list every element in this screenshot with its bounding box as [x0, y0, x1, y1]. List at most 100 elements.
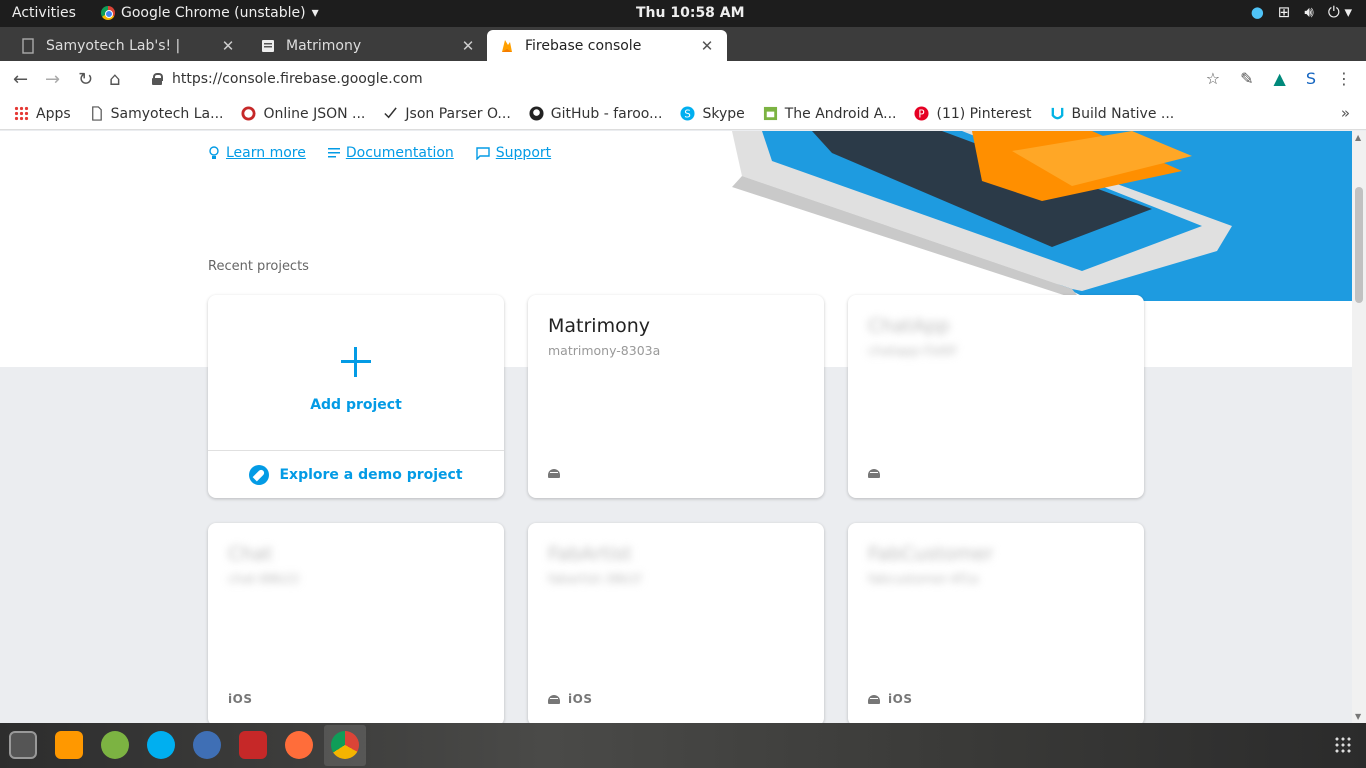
- url-text[interactable]: https://console.firebase.google.com: [172, 71, 423, 87]
- firebase-icon: [502, 39, 512, 52]
- page-icon: [22, 37, 34, 54]
- platform-row: iOS: [228, 692, 252, 706]
- close-icon[interactable]: ✕: [220, 37, 236, 55]
- page-icon: [91, 106, 102, 121]
- bookmark-label: Build Native ...: [1071, 105, 1175, 122]
- filezilla-icon[interactable]: [239, 731, 267, 759]
- android-icon: [763, 106, 777, 121]
- sublime-text-icon[interactable]: [55, 731, 83, 759]
- android-icon: [548, 469, 560, 478]
- plus-icon: [339, 345, 373, 379]
- json-parser-icon: [384, 107, 398, 119]
- clock[interactable]: Thu 10:58 AM: [636, 5, 745, 21]
- project-card-matrimony[interactable]: Matrimony matrimony-8303a: [528, 295, 824, 498]
- platform-row: iOS: [868, 692, 912, 706]
- extension-icon[interactable]: ▲: [1274, 69, 1286, 88]
- ubuntu-dock: [0, 723, 1366, 768]
- app-name: Google Chrome (unstable): [121, 5, 306, 21]
- omnibox[interactable]: https://console.firebase.google.com: [152, 71, 423, 87]
- recent-projects-heading: Recent projects: [208, 259, 309, 274]
- firebase-page: Learn more Documentation Support Recent …: [0, 131, 1352, 723]
- project-card-fabartist[interactable]: FabArtist fabartist-38b1f iOS: [528, 523, 824, 723]
- close-icon[interactable]: ✕: [699, 37, 715, 55]
- bookmark-pinterest[interactable]: P (11) Pinterest: [914, 106, 1032, 122]
- sync-extension-icon[interactable]: S: [1306, 69, 1316, 88]
- postman-icon[interactable]: [285, 731, 313, 759]
- mail-icon[interactable]: [193, 731, 221, 759]
- explore-demo-button[interactable]: Explore a demo project: [208, 452, 504, 498]
- tab-firebase-console[interactable]: Firebase console ✕: [487, 30, 727, 61]
- bookmark-online-json[interactable]: Online JSON ...: [241, 106, 365, 122]
- project-card-chat[interactable]: Chat chat-88b22 iOS: [208, 523, 504, 723]
- tab-samyotech[interactable]: Samyotech Lab's! | ✕: [8, 30, 248, 61]
- android-icon: [868, 694, 880, 704]
- browser-toolbar: ← → ↻ ⌂ https://console.firebase.google.…: [0, 61, 1366, 98]
- bookmark-skype[interactable]: S Skype: [680, 106, 745, 122]
- show-applications-icon[interactable]: [1334, 736, 1352, 754]
- volume-icon[interactable]: 🔊︎: [1304, 3, 1313, 21]
- project-name: FabCustomer: [868, 543, 994, 565]
- scroll-up-icon[interactable]: ▲: [1355, 133, 1361, 142]
- bookmark-label: Online JSON ...: [263, 105, 366, 122]
- back-button[interactable]: ←: [13, 69, 28, 90]
- bookmark-android[interactable]: The Android A...: [763, 106, 896, 122]
- forward-button[interactable]: →: [45, 69, 60, 90]
- documentation-link[interactable]: Documentation: [327, 145, 454, 161]
- pinterest-icon: P: [914, 106, 930, 121]
- power-icon[interactable]: ⏻ ▾: [1328, 3, 1352, 21]
- apps-grid-icon: [14, 106, 29, 121]
- reload-button[interactable]: ↻: [78, 69, 93, 90]
- bookmark-apps[interactable]: Apps: [14, 106, 71, 122]
- scrollbar-thumb[interactable]: [1355, 187, 1363, 303]
- close-icon[interactable]: ✕: [460, 37, 476, 55]
- files-icon[interactable]: [9, 731, 37, 759]
- add-project-card: Add project Explore a demo project: [208, 295, 504, 498]
- compass-icon: [249, 465, 270, 485]
- toolbar-icons: ☆ ✎ ▲ S ⋮: [1206, 69, 1352, 88]
- project-name: ChatApp: [868, 315, 950, 337]
- add-project-button[interactable]: Add project: [208, 295, 504, 451]
- tab-title: Samyotech Lab's! |: [46, 37, 181, 54]
- page-scrollbar[interactable]: ▲ ▼: [1352, 131, 1366, 723]
- project-id: matrimony-8303a: [548, 343, 661, 358]
- star-icon[interactable]: ☆: [1206, 69, 1220, 88]
- project-id: fabartist-38b1f: [548, 571, 642, 586]
- add-project-label: Add project: [310, 397, 402, 413]
- bookmarks-overflow-icon[interactable]: »: [1341, 104, 1350, 122]
- tab-matrimony[interactable]: Matrimony ✕: [248, 30, 488, 61]
- bookmark-label: Apps: [36, 105, 71, 122]
- ios-label: iOS: [228, 692, 253, 706]
- support-label: Support: [495, 145, 552, 161]
- lightbulb-icon: [209, 146, 219, 159]
- android-studio-icon[interactable]: [101, 731, 129, 759]
- project-id: chatapp-f3d0f: [868, 343, 957, 358]
- project-card-chatapp[interactable]: ChatApp chatapp-f3d0f: [848, 295, 1144, 498]
- chrome-icon[interactable]: [331, 731, 359, 759]
- lock-icon[interactable]: [152, 73, 163, 85]
- network-icon[interactable]: ⊞: [1278, 3, 1291, 21]
- tab-title: Matrimony: [286, 37, 362, 54]
- support-link[interactable]: Support: [476, 145, 551, 161]
- project-name: Matrimony: [548, 315, 650, 337]
- home-button[interactable]: ⌂: [109, 69, 120, 90]
- ios-label: iOS: [888, 692, 913, 706]
- eyedropper-extension-icon[interactable]: ✎: [1240, 69, 1253, 88]
- platform-row: [548, 469, 560, 478]
- doc-icon: [262, 39, 274, 52]
- skype-icon[interactable]: [147, 731, 175, 759]
- bookmark-samyotech[interactable]: Samyotech La...: [89, 106, 223, 122]
- bookmark-github[interactable]: GitHub - faroo...: [529, 106, 662, 122]
- bookmark-build-native[interactable]: Build Native ...: [1050, 105, 1175, 122]
- system-top-bar: Activities Google Chrome (unstable) ▾ Th…: [0, 0, 1366, 27]
- bookmarks-bar: Apps Samyotech La... Online JSON ... Jso…: [0, 98, 1366, 130]
- menu-icon[interactable]: ⋮: [1336, 69, 1352, 88]
- bookmark-json-parser[interactable]: Json Parser O...: [383, 106, 511, 122]
- system-tray[interactable]: ● ⊞ 🔊︎ ⏻ ▾: [1251, 3, 1352, 21]
- udacity-icon: [1051, 107, 1063, 120]
- project-card-fabcustomer[interactable]: FabCustomer fabcustomer-4f1a iOS: [848, 523, 1144, 723]
- scroll-down-icon[interactable]: ▼: [1355, 712, 1361, 721]
- activities-button[interactable]: Activities: [12, 5, 76, 21]
- learn-more-link[interactable]: Learn more: [208, 145, 306, 161]
- skype-tray-icon[interactable]: ●: [1251, 3, 1264, 21]
- app-menu[interactable]: Google Chrome (unstable) ▾: [101, 5, 319, 21]
